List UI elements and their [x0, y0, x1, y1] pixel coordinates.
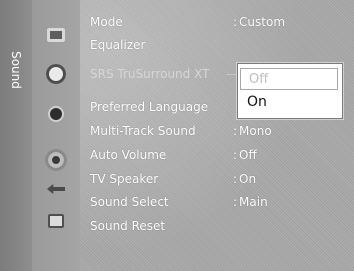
menu-item-value: Main [233, 195, 268, 209]
menu-item-value: Mono [233, 124, 272, 138]
menu-item-tv-speaker[interactable]: TV Speaker On [80, 169, 354, 189]
menu-item-mode[interactable]: Mode Custom [80, 12, 354, 32]
menu-item-auto-volume[interactable]: Auto Volume Off [80, 145, 354, 165]
menu-item-sound-reset[interactable]: Sound Reset [80, 216, 354, 236]
menu-item-label: SRS TruSurround XT [90, 67, 210, 81]
application-icon[interactable] [48, 214, 64, 228]
sound-icon[interactable] [46, 64, 66, 84]
menu-icon-column [32, 0, 80, 271]
option-off[interactable]: Off [240, 68, 338, 90]
menu-item-label: Mode [90, 15, 123, 29]
menu-item-equalizer[interactable]: Equalizer [80, 35, 354, 55]
menu-item-label: Sound Reset [90, 219, 166, 233]
tv-menu-screen: Sound Mode Custom Equalizer SRS TruSurro… [0, 0, 354, 271]
menu-item-value: On [233, 172, 256, 186]
option-on[interactable]: On [239, 91, 339, 113]
menu-category-bar: Sound [0, 0, 32, 271]
menu-item-value: Custom [233, 15, 285, 29]
menu-item-label: Multi-Track Sound [90, 124, 196, 138]
menu-item-sound-select[interactable]: Sound Select Main [80, 192, 354, 212]
menu-category-title: Sound [9, 51, 23, 89]
popup-connector [227, 74, 237, 75]
menu-item-label: Equalizer [90, 38, 146, 52]
menu-item-label: Auto Volume [90, 148, 167, 162]
menu-item-label: TV Speaker [90, 172, 159, 186]
input-icon[interactable] [47, 184, 65, 194]
picture-icon[interactable] [47, 28, 65, 42]
setup-icon[interactable] [48, 152, 64, 168]
menu-item-value: Off [233, 148, 257, 162]
menu-item-multi-track-sound[interactable]: Multi-Track Sound Mono [80, 121, 354, 141]
menu-item-label: Sound Select [90, 195, 169, 209]
menu-item-label: Preferred Language [90, 100, 209, 114]
channel-icon[interactable] [50, 108, 62, 120]
sound-menu: Mode Custom Equalizer SRS TruSurround XT… [80, 0, 354, 271]
srs-option-popup: Off On [237, 63, 343, 119]
